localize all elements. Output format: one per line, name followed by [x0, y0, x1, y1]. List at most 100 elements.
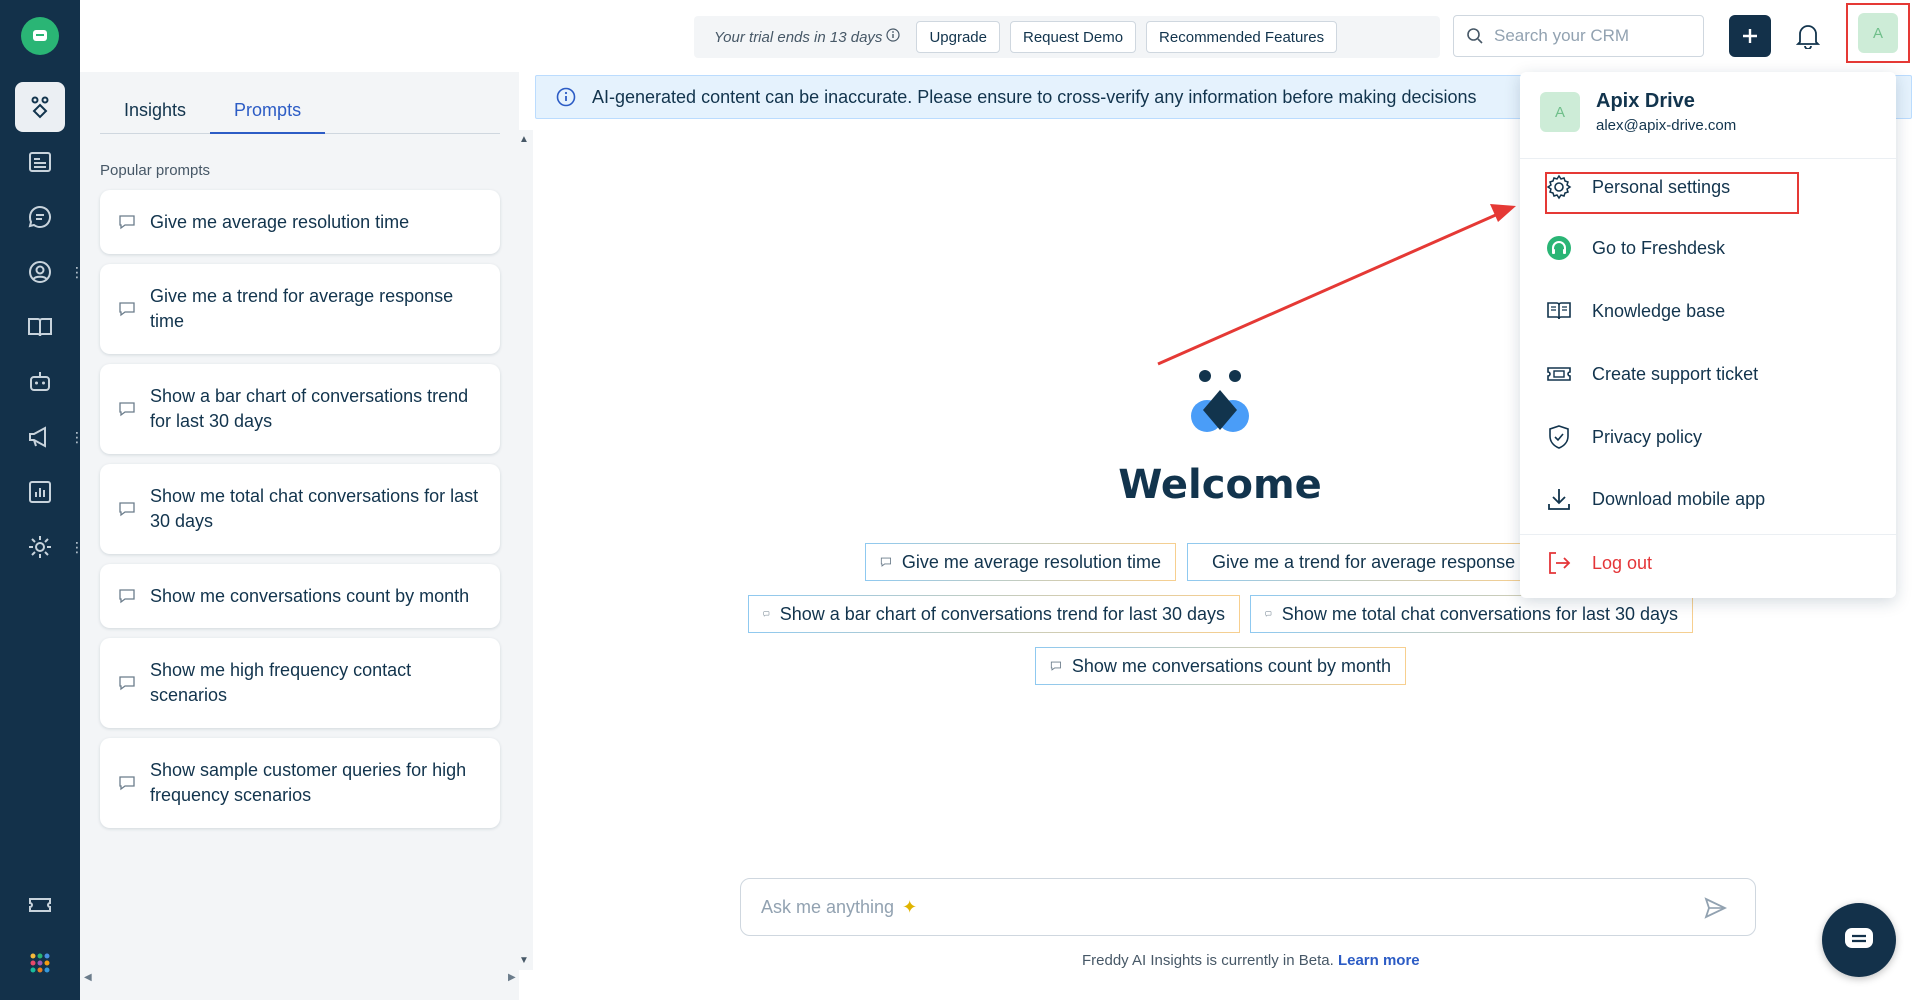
- add-new-button[interactable]: [1729, 15, 1771, 57]
- shield-icon: [1549, 425, 1569, 449]
- info-icon: [556, 87, 576, 107]
- nav-contacts[interactable]: [15, 247, 65, 297]
- trial-text: Your trial ends in 13 days: [714, 28, 883, 46]
- nav-app-switcher[interactable]: [15, 938, 65, 988]
- chat-bubble-icon: [119, 402, 135, 417]
- prompt-card[interactable]: Show sample customer queries for high fr…: [100, 738, 500, 828]
- dashboard-icon: [29, 152, 51, 172]
- chat-bubble-icon: [763, 611, 770, 617]
- scroll-down-arrow-icon[interactable]: ▼: [519, 955, 529, 966]
- ask-placeholder: Ask me anything: [761, 896, 895, 917]
- crm-search[interactable]: Search your CRM: [1453, 15, 1704, 57]
- recommended-features-button[interactable]: Recommended Features: [1146, 21, 1338, 53]
- request-demo-button[interactable]: Request Demo: [1009, 21, 1137, 53]
- search-icon: [1467, 28, 1483, 44]
- prompt-list: Give me average resolution time Give me …: [100, 190, 500, 838]
- freddy-logo-icon: [1191, 370, 1249, 432]
- chip-text: Show me total chat conversations for las…: [1281, 603, 1678, 624]
- prompts-panel: Insights Prompts Popular prompts Give me…: [80, 72, 519, 1000]
- bot-icon: [30, 372, 50, 391]
- nav-campaigns[interactable]: [15, 412, 65, 462]
- chat-bubble-icon: [119, 776, 135, 791]
- app-logo-icon[interactable]: [21, 17, 59, 55]
- chat-bubble-icon: [119, 502, 135, 517]
- suggestion-chip[interactable]: Show a bar chart of conversations trend …: [748, 595, 1240, 633]
- learn-more-link[interactable]: Learn more: [1338, 952, 1420, 969]
- ask-input[interactable]: Ask me anything ✦: [740, 878, 1756, 936]
- search-input[interactable]: Search your CRM: [1494, 26, 1629, 46]
- notifications-button[interactable]: [1790, 18, 1826, 54]
- menu-item-label: Knowledge base: [1592, 300, 1726, 321]
- nav-bots[interactable]: [15, 357, 65, 407]
- book-icon: [1547, 302, 1571, 320]
- prompt-text: Show a bar chart of conversations trend …: [150, 386, 469, 431]
- avatar[interactable]: A: [1858, 13, 1898, 53]
- chip-text: Show a bar chart of conversations trend …: [779, 603, 1225, 624]
- divider: [1520, 158, 1896, 159]
- sparkle-icon: ✦: [902, 896, 918, 917]
- plus-icon: [1743, 29, 1757, 43]
- menu-item-download-mobile-app[interactable]: Download mobile app: [1546, 486, 1765, 512]
- bell-icon: [1796, 25, 1820, 49]
- prompt-card[interactable]: Give me average resolution time: [100, 190, 500, 254]
- download-icon: [1548, 489, 1570, 510]
- nav-knowledge[interactable]: [15, 302, 65, 352]
- prompt-text: Give me a trend for average response tim…: [150, 286, 454, 331]
- trial-banner: Your trial ends in 13 days Upgrade Reque…: [694, 16, 1440, 58]
- prompt-text: Show me high frequency contact scenarios: [150, 660, 412, 705]
- prompt-card[interactable]: Show a bar chart of conversations trend …: [100, 364, 500, 454]
- freddy-icon: [31, 96, 49, 119]
- upgrade-button[interactable]: Upgrade: [916, 21, 1000, 53]
- scroll-up-arrow-icon[interactable]: ▲: [519, 134, 529, 145]
- freshdesk-icon: [1547, 236, 1571, 260]
- scroll-left-arrow-icon[interactable]: ◀: [84, 972, 92, 983]
- analytics-icon: [29, 481, 51, 503]
- contact-icon: [29, 261, 51, 283]
- megaphone-icon: [29, 426, 46, 448]
- chat-widget-button[interactable]: [1822, 903, 1896, 977]
- prompt-card[interactable]: Show me conversations count by month: [100, 564, 500, 628]
- menu-item-create-support-ticket[interactable]: Create support ticket: [1546, 361, 1758, 387]
- chat-bubble-icon: [1265, 611, 1272, 617]
- chip-text: Give me a trend for average response: [1212, 551, 1516, 572]
- nav-tickets[interactable]: [15, 880, 65, 930]
- tab-prompts[interactable]: Prompts: [210, 90, 326, 134]
- menu-item-label: Create support ticket: [1592, 363, 1759, 384]
- suggestion-chip[interactable]: Give me a trend for average response: [1187, 543, 1529, 581]
- popular-prompts-heading: Popular prompts: [100, 162, 211, 179]
- nav-analytics[interactable]: [15, 467, 65, 517]
- suggestion-chip[interactable]: Give me average resolution time: [865, 543, 1176, 581]
- prompt-card[interactable]: Show me total chat conversations for las…: [100, 464, 500, 554]
- chat-bubble-icon: [1050, 661, 1061, 671]
- profile-name: Apix Drive: [1596, 90, 1695, 112]
- scroll-right-arrow-icon[interactable]: ▶: [508, 972, 516, 983]
- send-icon[interactable]: [1703, 896, 1727, 920]
- panel-scrollbar[interactable]: [519, 130, 533, 970]
- nav-dashboard[interactable]: [15, 137, 65, 187]
- menu-item-privacy-policy[interactable]: Privacy policy: [1546, 424, 1702, 450]
- menu-item-log-out[interactable]: Log out: [1546, 550, 1652, 576]
- profile-avatar-highlight[interactable]: A: [1846, 3, 1910, 63]
- info-icon[interactable]: [886, 27, 901, 47]
- book-icon: [28, 318, 52, 337]
- profile-header: A Apix Drive alex@apix-drive.com: [1540, 90, 1736, 134]
- panel-tabs: Insights Prompts: [100, 90, 500, 134]
- left-nav-rail: ⋮ ⋮ ⋮: [0, 0, 84, 1000]
- prompt-card[interactable]: Give me a trend for average response tim…: [100, 264, 500, 354]
- beta-text: Freddy AI Insights is currently in Beta.: [1082, 952, 1334, 969]
- nav-conversations[interactable]: [15, 192, 65, 242]
- menu-item-label: Go to Freshdesk: [1592, 237, 1726, 258]
- chat-bubble-icon: [880, 557, 891, 567]
- prompt-card[interactable]: Show me high frequency contact scenarios: [100, 638, 500, 728]
- suggestion-chip[interactable]: Show me conversations count by month: [1035, 647, 1406, 685]
- suggestion-chip[interactable]: Show me total chat conversations for las…: [1250, 595, 1693, 633]
- personal-settings-highlight: [1545, 172, 1799, 214]
- tab-insights[interactable]: Insights: [100, 90, 210, 134]
- chat-bubble-icon: [119, 302, 135, 317]
- panel-horizontal-scrollbar[interactable]: ◀ ▶: [80, 972, 520, 984]
- conversation-icon: [28, 206, 51, 228]
- menu-item-go-to-freshdesk[interactable]: Go to Freshdesk: [1546, 235, 1725, 261]
- menu-item-knowledge-base[interactable]: Knowledge base: [1546, 298, 1725, 324]
- nav-freddy-insights[interactable]: [15, 82, 65, 132]
- nav-settings[interactable]: [15, 522, 65, 572]
